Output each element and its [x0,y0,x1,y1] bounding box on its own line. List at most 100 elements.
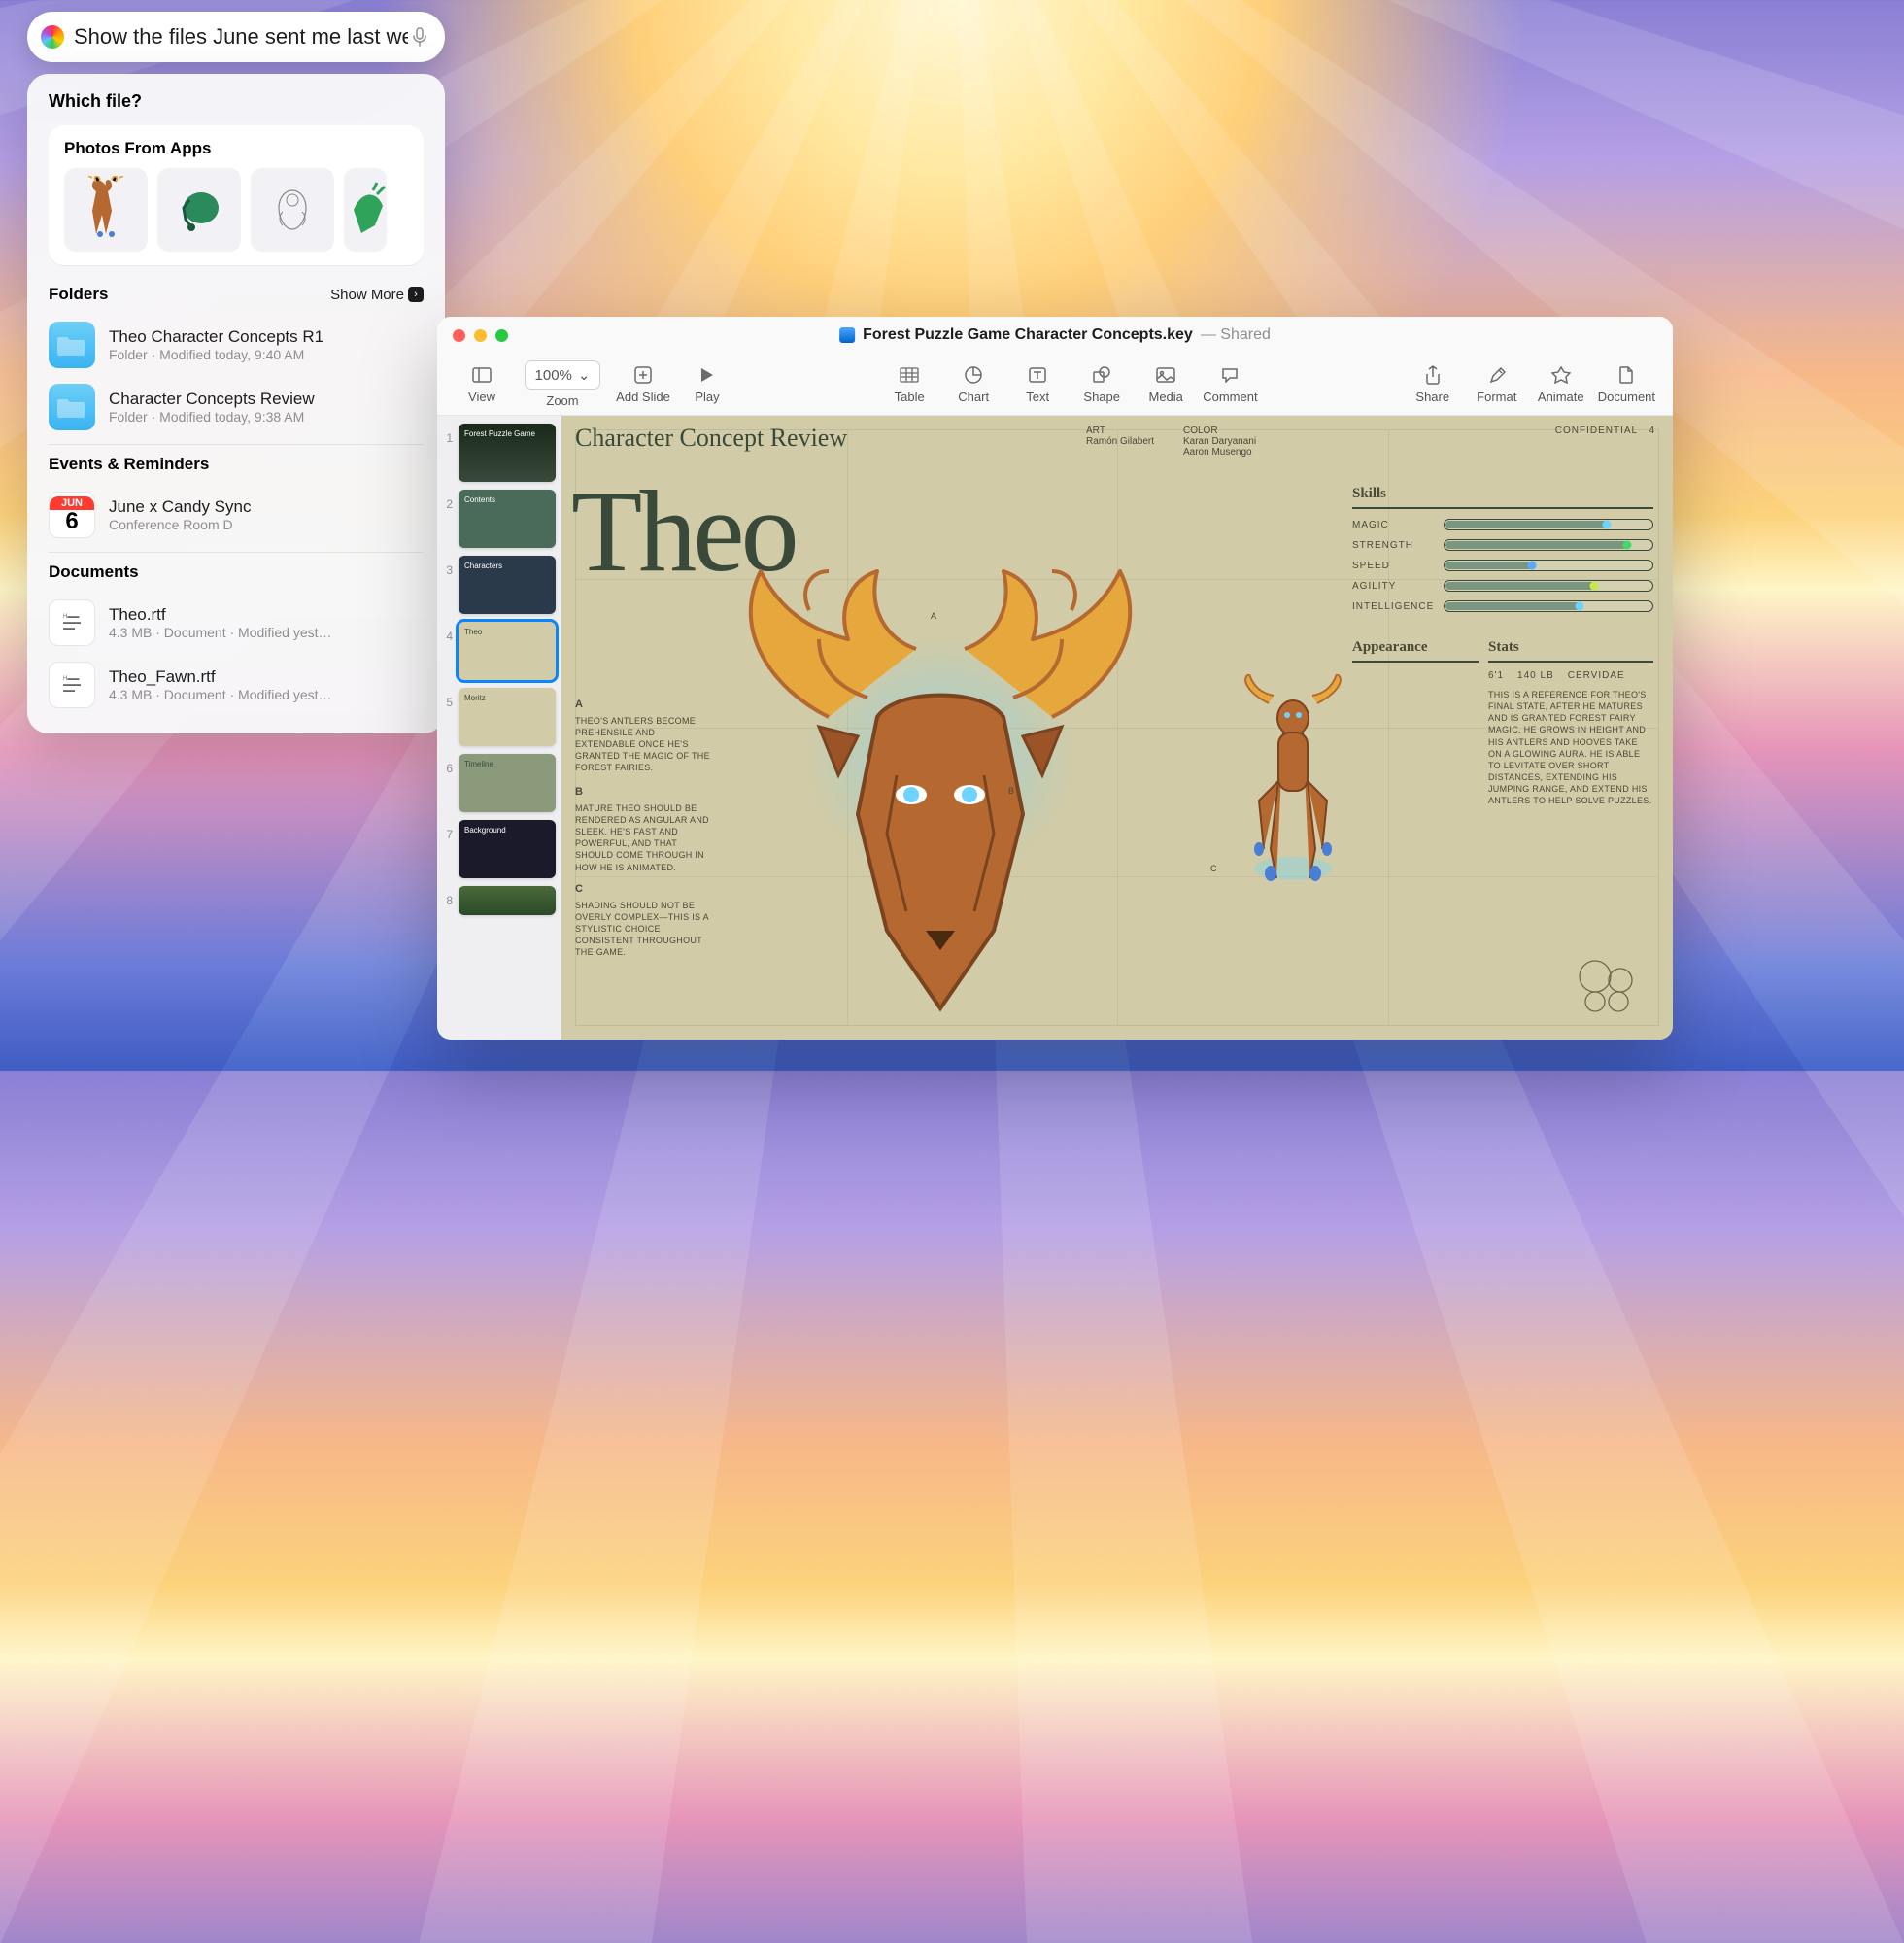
folder-sub: Folder · Modified today, 9:38 AM [109,409,424,425]
format-button[interactable]: Format [1470,364,1524,404]
note-c: CSHADING SHOULD NOT BE OVERLY COMPLEX—TH… [575,882,711,959]
photo-thumb[interactable] [157,168,241,252]
folder-title: Theo Character Concepts R1 [109,327,424,347]
shape-button[interactable]: Shape [1074,364,1129,404]
events-list: JUN6 June x Candy SyncConference Room D [27,484,445,546]
event-row[interactable]: JUN6 June x Candy SyncConference Room D [37,484,435,546]
slide-navigator[interactable]: 1Forest Puzzle Game 2Contents 3Character… [437,416,561,1040]
slide-thumb[interactable]: 1Forest Puzzle Game [443,424,556,482]
table-icon [900,364,919,386]
slide-thumb[interactable]: 8 [443,886,556,915]
slide-canvas[interactable]: Character Concept Review Theo CONFIDENTI… [561,416,1673,1040]
document-sub: 4.3 MB · Document · Modified yest… [109,625,424,640]
note-b: BMATURE THEO SHOULD BE RENDERED AS ANGUL… [575,785,711,873]
document-sub: 4.3 MB · Document · Modified yest… [109,687,424,702]
search-field[interactable] [27,12,445,62]
slide-thumb[interactable]: 6Timeline [443,754,556,812]
event-title: June x Candy Sync [109,497,424,517]
skill-row: MAGIC [1352,519,1653,530]
chevron-icon: › [408,287,424,302]
document-icon [1619,364,1633,386]
note-a: ATHEO'S ANTLERS BECOME PREHENSILE AND EX… [575,698,711,774]
photos-card: Photos From Apps [49,125,424,265]
folder-icon [49,322,95,368]
document-icon: H▬▬▬▬▬▬▬ [49,599,95,646]
photo-thumb[interactable] [344,168,387,252]
spotlight-results: Which file? Photos From Apps Folders Sho… [27,74,445,733]
character-fullbody [1230,674,1356,907]
folder-icon [49,384,95,430]
calendar-icon: JUN6 [49,492,95,538]
event-sub: Conference Room D [109,517,424,532]
folder-sub: Folder · Modified today, 9:40 AM [109,347,424,362]
photo-thumb[interactable] [251,168,334,252]
spotlight-panel: Which file? Photos From Apps Folders Sho… [27,12,445,733]
photos-header: Photos From Apps [64,139,408,158]
folder-row[interactable]: Character Concepts ReviewFolder · Modifi… [37,376,435,438]
shared-status: — Shared [1201,326,1271,344]
media-button[interactable]: Media [1139,364,1193,404]
share-button[interactable]: Share [1406,364,1460,404]
skills-panel: Skills MAGICSTRENGTHSPEEDAGILITYINTELLIG… [1352,486,1653,621]
play-icon [700,364,714,386]
chart-icon [965,364,982,386]
documents-header: Documents [49,562,139,582]
stats-panel: Stats 6'1140 LBCERVIDAE THIS IS A REFERE… [1488,639,1653,806]
document-row[interactable]: H▬▬▬▬▬▬▬ Theo.rtf4.3 MB · Document · Mod… [37,592,435,654]
results-prompt: Which file? [27,91,445,125]
document-icon: H▬▬▬▬▬▬▬ [49,662,95,708]
folders-header: Folders [49,285,108,304]
document-button[interactable]: Document [1598,364,1655,404]
photo-thumb[interactable] [64,168,148,252]
appearance-panel: Appearance [1352,639,1479,670]
slide-thumb[interactable]: 3Characters [443,556,556,614]
label-c: C [1210,863,1217,874]
folder-title: Character Concepts Review [109,390,424,409]
document-title: Theo_Fawn.rtf [109,667,424,687]
shape-icon [1093,364,1110,386]
folder-row[interactable]: Theo Character Concepts R1Folder · Modif… [37,314,435,376]
folders-list: Theo Character Concepts R1Folder · Modif… [27,314,445,438]
fullscreen-button[interactable] [495,329,508,342]
animate-button[interactable]: Animate [1534,364,1588,404]
format-icon [1488,364,1506,386]
zoom-dropdown[interactable]: 100%⌄Zoom [519,360,606,408]
character-illustration [702,523,1178,1028]
text-icon [1029,364,1046,386]
skill-row: STRENGTH [1352,539,1653,551]
show-more-button[interactable]: Show More› [330,287,424,303]
skill-row: SPEED [1352,560,1653,571]
media-icon [1156,364,1175,386]
label-a: A [931,610,936,622]
slide-thumb[interactable]: 7Background [443,820,556,878]
toolbar: View 100%⌄Zoom Add Slide Play Table Char… [437,354,1673,416]
search-input[interactable] [74,24,408,50]
head-proportions-icon [1576,957,1644,1020]
close-button[interactable] [453,329,465,342]
chart-button[interactable]: Chart [946,364,1001,404]
skill-row: AGILITY [1352,580,1653,592]
label-b: B [1008,785,1014,797]
minimize-button[interactable] [474,329,487,342]
add-slide-button[interactable]: Add Slide [616,364,670,404]
slide-thumb[interactable]: 4Theo [443,622,556,680]
slide-thumb[interactable]: 5Moritz [443,688,556,746]
view-button[interactable]: View [455,364,509,404]
plus-icon [634,364,652,386]
document-row[interactable]: H▬▬▬▬▬▬▬ Theo_Fawn.rtf4.3 MB · Document … [37,654,435,716]
slide-thumb[interactable]: 2Contents [443,490,556,548]
sidebar-icon [472,364,492,386]
comment-button[interactable]: Comment [1203,364,1257,404]
events-header: Events & Reminders [49,455,209,474]
keynote-icon [839,327,855,343]
document-name: Forest Puzzle Game Character Concepts.ke… [863,326,1193,344]
animate-icon [1551,364,1571,386]
chevron-down-icon: ⌄ [578,366,591,384]
siri-icon [41,25,64,49]
microphone-icon[interactable] [408,25,431,49]
play-button[interactable]: Play [680,364,734,404]
text-button[interactable]: Text [1010,364,1065,404]
comment-icon [1221,364,1239,386]
keynote-window: Forest Puzzle Game Character Concepts.ke… [437,317,1673,1040]
table-button[interactable]: Table [882,364,936,404]
